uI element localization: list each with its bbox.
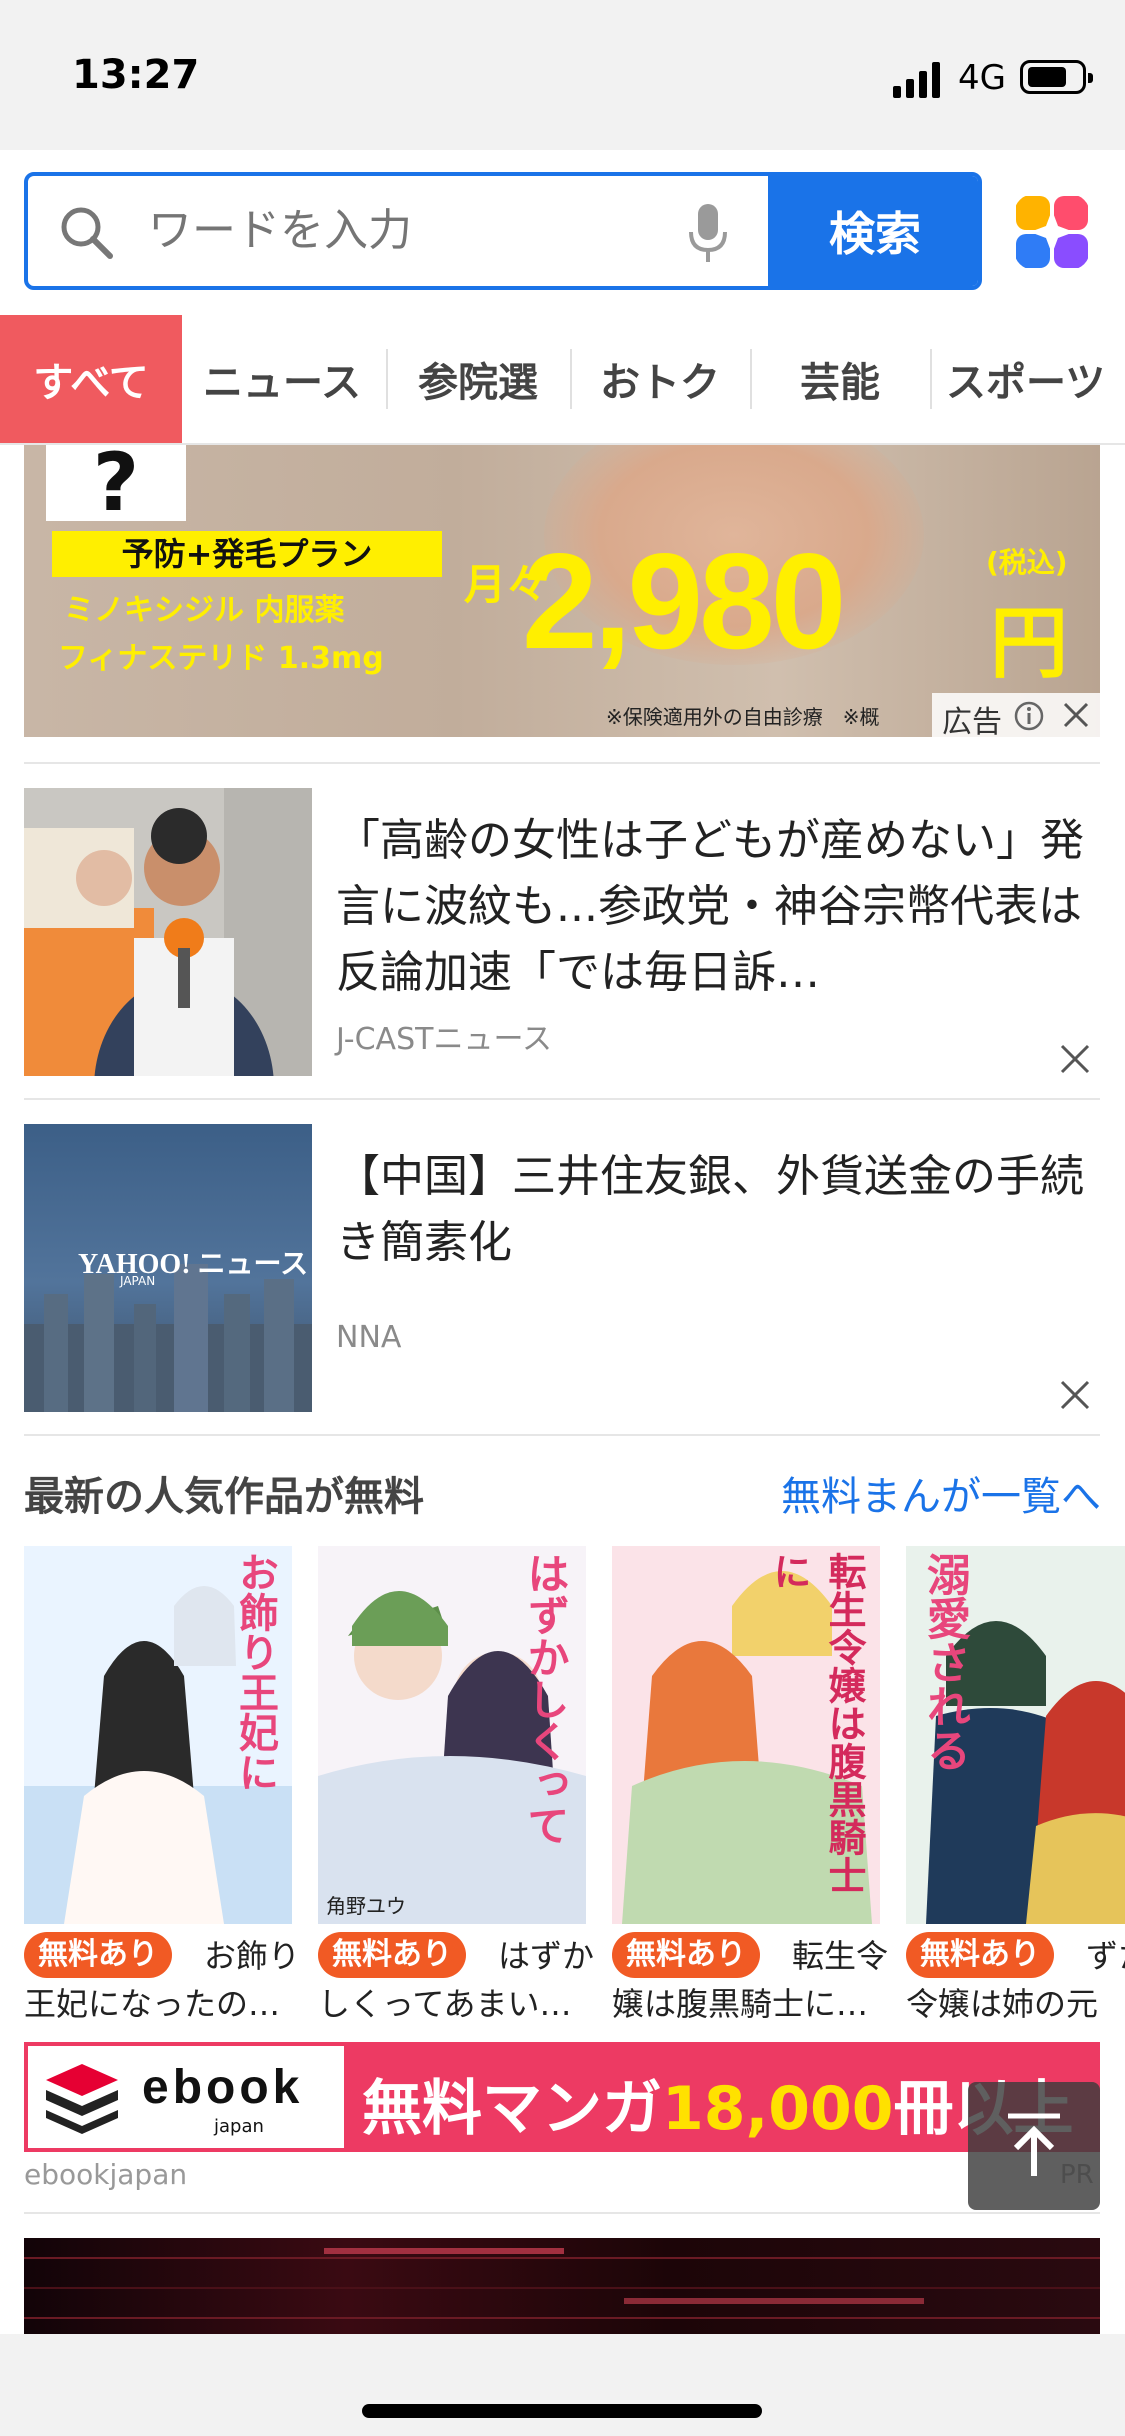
close-icon[interactable]: [1060, 1044, 1090, 1074]
manga-cover: 溺愛される: [906, 1546, 1125, 1924]
category-tabs: すべて ニュース 参院選 おトク 芸能 スポーツ: [0, 315, 1125, 445]
home-indicator[interactable]: [362, 2404, 762, 2418]
tab-deals[interactable]: おトク: [572, 315, 748, 443]
news-thumbnail: YAHOO! ニュース JAPAN: [24, 1124, 312, 1412]
free-badge: 無料あり: [24, 1932, 172, 1978]
assistant-app-icon[interactable]: [1014, 194, 1090, 270]
ad-price: 2,980: [522, 525, 846, 677]
ad-banner[interactable]: ? 予防+発毛プラン ミノキシジル 内服薬 フィナステリド 1.3mg 月々 2…: [24, 445, 1100, 737]
info-icon[interactable]: [1014, 701, 1044, 731]
ebook-books-icon: [46, 2064, 118, 2134]
search-input[interactable]: [146, 204, 670, 257]
manga-cover: 転生令嬢は腹黒騎士に: [612, 1546, 880, 1924]
manga-cover-title: 転生令嬢は腹黒騎士に: [767, 1552, 866, 1894]
ebook-logo-text: ebook: [142, 2061, 304, 2114]
manga-cover-title: お飾り王妃に: [232, 1552, 278, 1792]
divider: [24, 762, 1100, 764]
manga-cover-title: はずかしくって: [521, 1552, 570, 1846]
ad-yen: 円: [990, 599, 1069, 689]
divider: [24, 1434, 1100, 1436]
ad-line-1: ミノキシジル 内服薬: [64, 593, 345, 628]
search-header: 検索: [0, 150, 1125, 312]
free-badge: 無料あり: [612, 1932, 760, 1978]
section-title: 最新の人気作品が無料: [24, 1474, 424, 1520]
yahoo-news-logo: YAHOO! ニュース: [78, 1249, 309, 1280]
divider: [24, 1098, 1100, 1100]
yahoo-news-logo-sub: JAPAN: [120, 1274, 156, 1288]
tab-sports[interactable]: スポーツ: [932, 315, 1125, 443]
news-title[interactable]: 「高齢の女性は子どもが産めない」発言に波紋も...参政党・神谷宗幣代表は反論加速…: [336, 808, 1096, 1006]
ebook-sponsor-label: ebookjapan: [24, 2158, 188, 2191]
search-box: 検索: [24, 172, 982, 290]
tab-election[interactable]: 参院選: [388, 315, 568, 443]
cellular-signal-icon: [893, 62, 940, 98]
news-source: J-CASTニュース: [336, 1022, 552, 1057]
scroll-to-top-button[interactable]: [968, 2082, 1100, 2210]
search-icon: [61, 207, 113, 259]
search-button[interactable]: 検索: [768, 176, 978, 286]
manga-cover: お飾り王妃に: [24, 1546, 292, 1924]
manga-cover: はずかしくって 角野ユウ: [318, 1546, 586, 1924]
tab-entertainment[interactable]: 芸能: [752, 315, 928, 443]
ad-label-text: 広告: [942, 705, 1002, 737]
bottom-ad-banner[interactable]: [24, 2238, 1100, 2334]
ad-note: ※保険適用外の自由診療 ※概: [606, 705, 880, 729]
divider: [24, 2212, 1100, 2214]
manga-cover-author: 角野ユウ: [326, 1894, 406, 1918]
free-badge: 無料あり: [318, 1932, 466, 1978]
home-indicator-area: [0, 2334, 1125, 2436]
ebook-banner[interactable]: ebook japan 無料マンガ18,000冊以上: [24, 2042, 1100, 2152]
ad-label: 広告: [932, 693, 1100, 737]
status-bar: 13:27 4G: [0, 0, 1125, 150]
ebook-logo-sub: japan: [214, 2116, 264, 2137]
ad-monthly: 月々: [464, 560, 549, 609]
ad-tax: (税込): [986, 546, 1068, 579]
ad-close-icon[interactable]: [1062, 701, 1090, 729]
ebook-text-num: 18,000: [662, 2074, 894, 2144]
close-icon[interactable]: [1060, 1380, 1090, 1410]
status-time: 13:27: [72, 52, 200, 98]
news-item[interactable]: YAHOO! ニュース JAPAN 【中国】三井住友銀、外貨送金の手続き簡素化 …: [24, 1124, 1100, 1412]
ebook-banner-text: 無料マンガ18,000冊以上: [362, 2060, 1074, 2147]
battery-icon: [1020, 60, 1093, 94]
ebook-logo: ebook japan: [28, 2046, 344, 2148]
news-item[interactable]: 「高齢の女性は子どもが産めない」発言に波紋も...参政党・神谷宗幣代表は反論加速…: [24, 788, 1100, 1076]
ad-line-2: フィナステリド 1.3mg: [58, 641, 384, 676]
ad-question-mark: ?: [46, 445, 186, 523]
tab-news[interactable]: ニュース: [182, 315, 382, 443]
free-badge: 無料あり: [906, 1932, 1054, 1978]
news-title[interactable]: 【中国】三井住友銀、外貨送金の手続き簡素化: [336, 1144, 1096, 1276]
free-manga-list-link[interactable]: 無料まんが一覧へ: [781, 1464, 1101, 1522]
microphone-icon[interactable]: [688, 204, 728, 264]
tab-all[interactable]: すべて: [0, 315, 182, 443]
news-thumbnail: [24, 788, 312, 1076]
ad-plan-label: 予防+発毛プラン: [52, 531, 442, 577]
manga-cover-title: 溺愛される: [919, 1552, 970, 1772]
news-source: NNA: [336, 1320, 402, 1355]
ebook-text-a: 無料マンガ: [362, 2074, 662, 2144]
arrow-up-icon: [1008, 2113, 1060, 2176]
network-type: 4G: [958, 58, 1006, 98]
